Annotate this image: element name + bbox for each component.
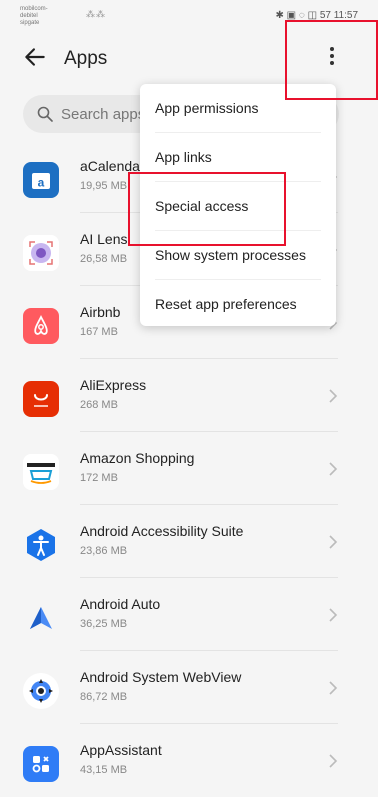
app-row-amazon-shopping[interactable]: Amazon Shopping 172 MB [0,432,378,505]
search-icon [37,106,53,122]
menu-item-reset-app-preferences[interactable]: Reset app preferences [140,280,336,329]
chevron-right-icon [329,608,338,622]
menu-item-label: App links [155,149,212,165]
app-size: 167 MB [80,326,118,338]
menu-item-label: Reset app preferences [155,296,297,312]
highlight-more-options [285,20,378,100]
app-name: AliExpress [80,377,147,393]
chevron-right-icon [329,462,338,476]
webview-icon [23,673,59,709]
app-name: AI Lens [80,231,128,247]
svg-text:a: a [38,176,45,190]
signal-icon: ⁂⁂ [86,9,106,19]
app-size: 23,86 MB [80,545,128,557]
app-row-android-system-webview[interactable]: Android System WebView 86,72 MB [0,651,378,724]
app-row-android-auto[interactable]: Android Auto 36,25 MB [0,578,378,651]
app-size: 19,95 MB [80,180,128,192]
app-name: Android Accessibility Suite [80,523,244,539]
app-size: 172 MB [80,472,118,484]
menu-item-label: App permissions [155,100,259,116]
app-name: Airbnb [80,304,121,320]
app-name: AppAssistant [80,742,162,758]
chevron-right-icon [329,754,338,768]
highlight-special-access [128,172,286,246]
carrier-name-secondary: sipgate [20,20,40,26]
aliexpress-icon [23,381,59,417]
acalendar-icon: a [23,162,59,198]
search-placeholder: Search apps [61,106,146,123]
chevron-right-icon [329,389,338,403]
back-arrow-icon[interactable] [22,44,48,70]
ai-lens-icon [23,235,59,271]
page-title: Apps [64,48,108,69]
appassistant-icon [23,746,59,782]
app-size: 36,25 MB [80,618,128,630]
android-auto-icon [23,600,59,636]
app-size: 268 MB [80,399,118,411]
chevron-right-icon [329,535,338,549]
app-name: Amazon Shopping [80,450,195,466]
carrier-label: mobilcom-debitel sipgate [20,6,60,27]
app-name: Android System WebView [80,669,242,685]
app-size: 43,15 MB [80,764,128,776]
amazon-icon [23,454,59,490]
menu-item-label: Show system processes [155,247,306,263]
accessibility-icon [23,527,59,563]
airbnb-icon [23,308,59,344]
carrier-name: mobilcom-debitel [20,6,48,19]
app-name: Android Auto [80,596,161,612]
app-row-aliexpress[interactable]: AliExpress 268 MB [0,359,378,432]
app-size: 86,72 MB [80,691,128,703]
app-row-appassistant[interactable]: AppAssistant 43,15 MB [0,724,378,797]
chevron-right-icon [329,681,338,695]
app-size: 26,58 MB [80,253,128,265]
app-row-android-accessibility-suite[interactable]: Android Accessibility Suite 23,86 MB [0,505,378,578]
